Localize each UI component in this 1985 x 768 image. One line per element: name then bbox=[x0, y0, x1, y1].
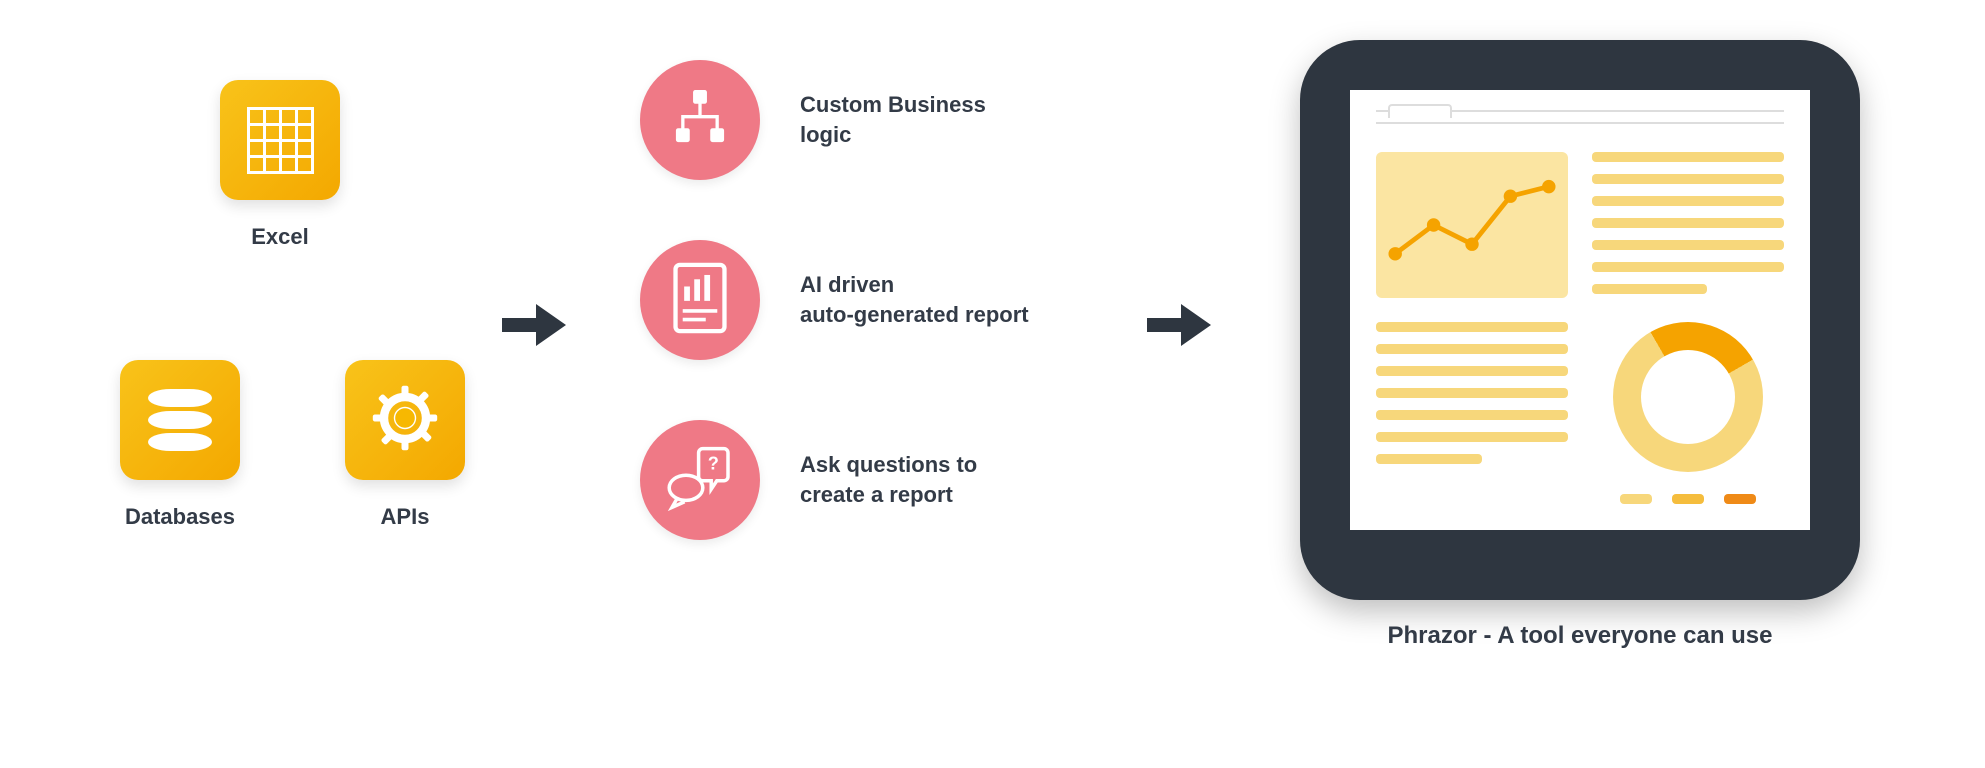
source-apis: APIs bbox=[325, 360, 485, 530]
databases-label: Databases bbox=[100, 504, 260, 530]
donut-legend bbox=[1620, 494, 1756, 504]
arrow-right-icon bbox=[1145, 300, 1215, 350]
source-excel: Excel bbox=[200, 80, 360, 250]
tablet-device bbox=[1300, 40, 1860, 600]
databases-tile bbox=[120, 360, 240, 480]
donut-chart-panel bbox=[1592, 322, 1784, 504]
step-ask-questions: ? Ask questions to create a report bbox=[640, 420, 1100, 540]
apis-label: APIs bbox=[325, 504, 485, 530]
browser-tabbar bbox=[1376, 110, 1784, 124]
hierarchy-icon bbox=[667, 85, 733, 156]
step-business-logic: Custom Business logic bbox=[640, 60, 1100, 180]
barchart-doc-icon bbox=[669, 262, 731, 339]
text-block-bottom-left bbox=[1376, 322, 1568, 504]
step-ai-report: AI driven auto-generated report bbox=[640, 240, 1100, 360]
step-label: Ask questions to create a report bbox=[800, 450, 977, 509]
step-circle: ? bbox=[640, 420, 760, 540]
excel-tile bbox=[220, 80, 340, 200]
excel-label: Excel bbox=[200, 224, 360, 250]
database-icon bbox=[148, 389, 212, 451]
output-caption: Phrazor - A tool everyone can use bbox=[1300, 622, 1860, 650]
text-block-top-right bbox=[1592, 152, 1784, 298]
svg-text:?: ? bbox=[708, 453, 719, 473]
line-chart-panel bbox=[1376, 152, 1568, 298]
grid-icon bbox=[248, 108, 312, 172]
report-screen bbox=[1350, 90, 1810, 530]
donut-chart-icon bbox=[1613, 322, 1763, 472]
arrow-right-icon bbox=[500, 300, 570, 350]
processing-steps-group: Custom Business logic AI driven auto-gen… bbox=[640, 60, 1100, 600]
step-label: Custom Business logic bbox=[800, 90, 986, 149]
step-circle bbox=[640, 240, 760, 360]
apis-tile bbox=[345, 360, 465, 480]
gear-icon bbox=[370, 383, 440, 458]
source-databases: Databases bbox=[100, 360, 260, 530]
question-chat-icon: ? bbox=[665, 443, 735, 518]
output-device-group: Phrazor - A tool everyone can use bbox=[1300, 40, 1860, 650]
step-label: AI driven auto-generated report bbox=[800, 270, 1029, 329]
step-circle bbox=[640, 60, 760, 180]
